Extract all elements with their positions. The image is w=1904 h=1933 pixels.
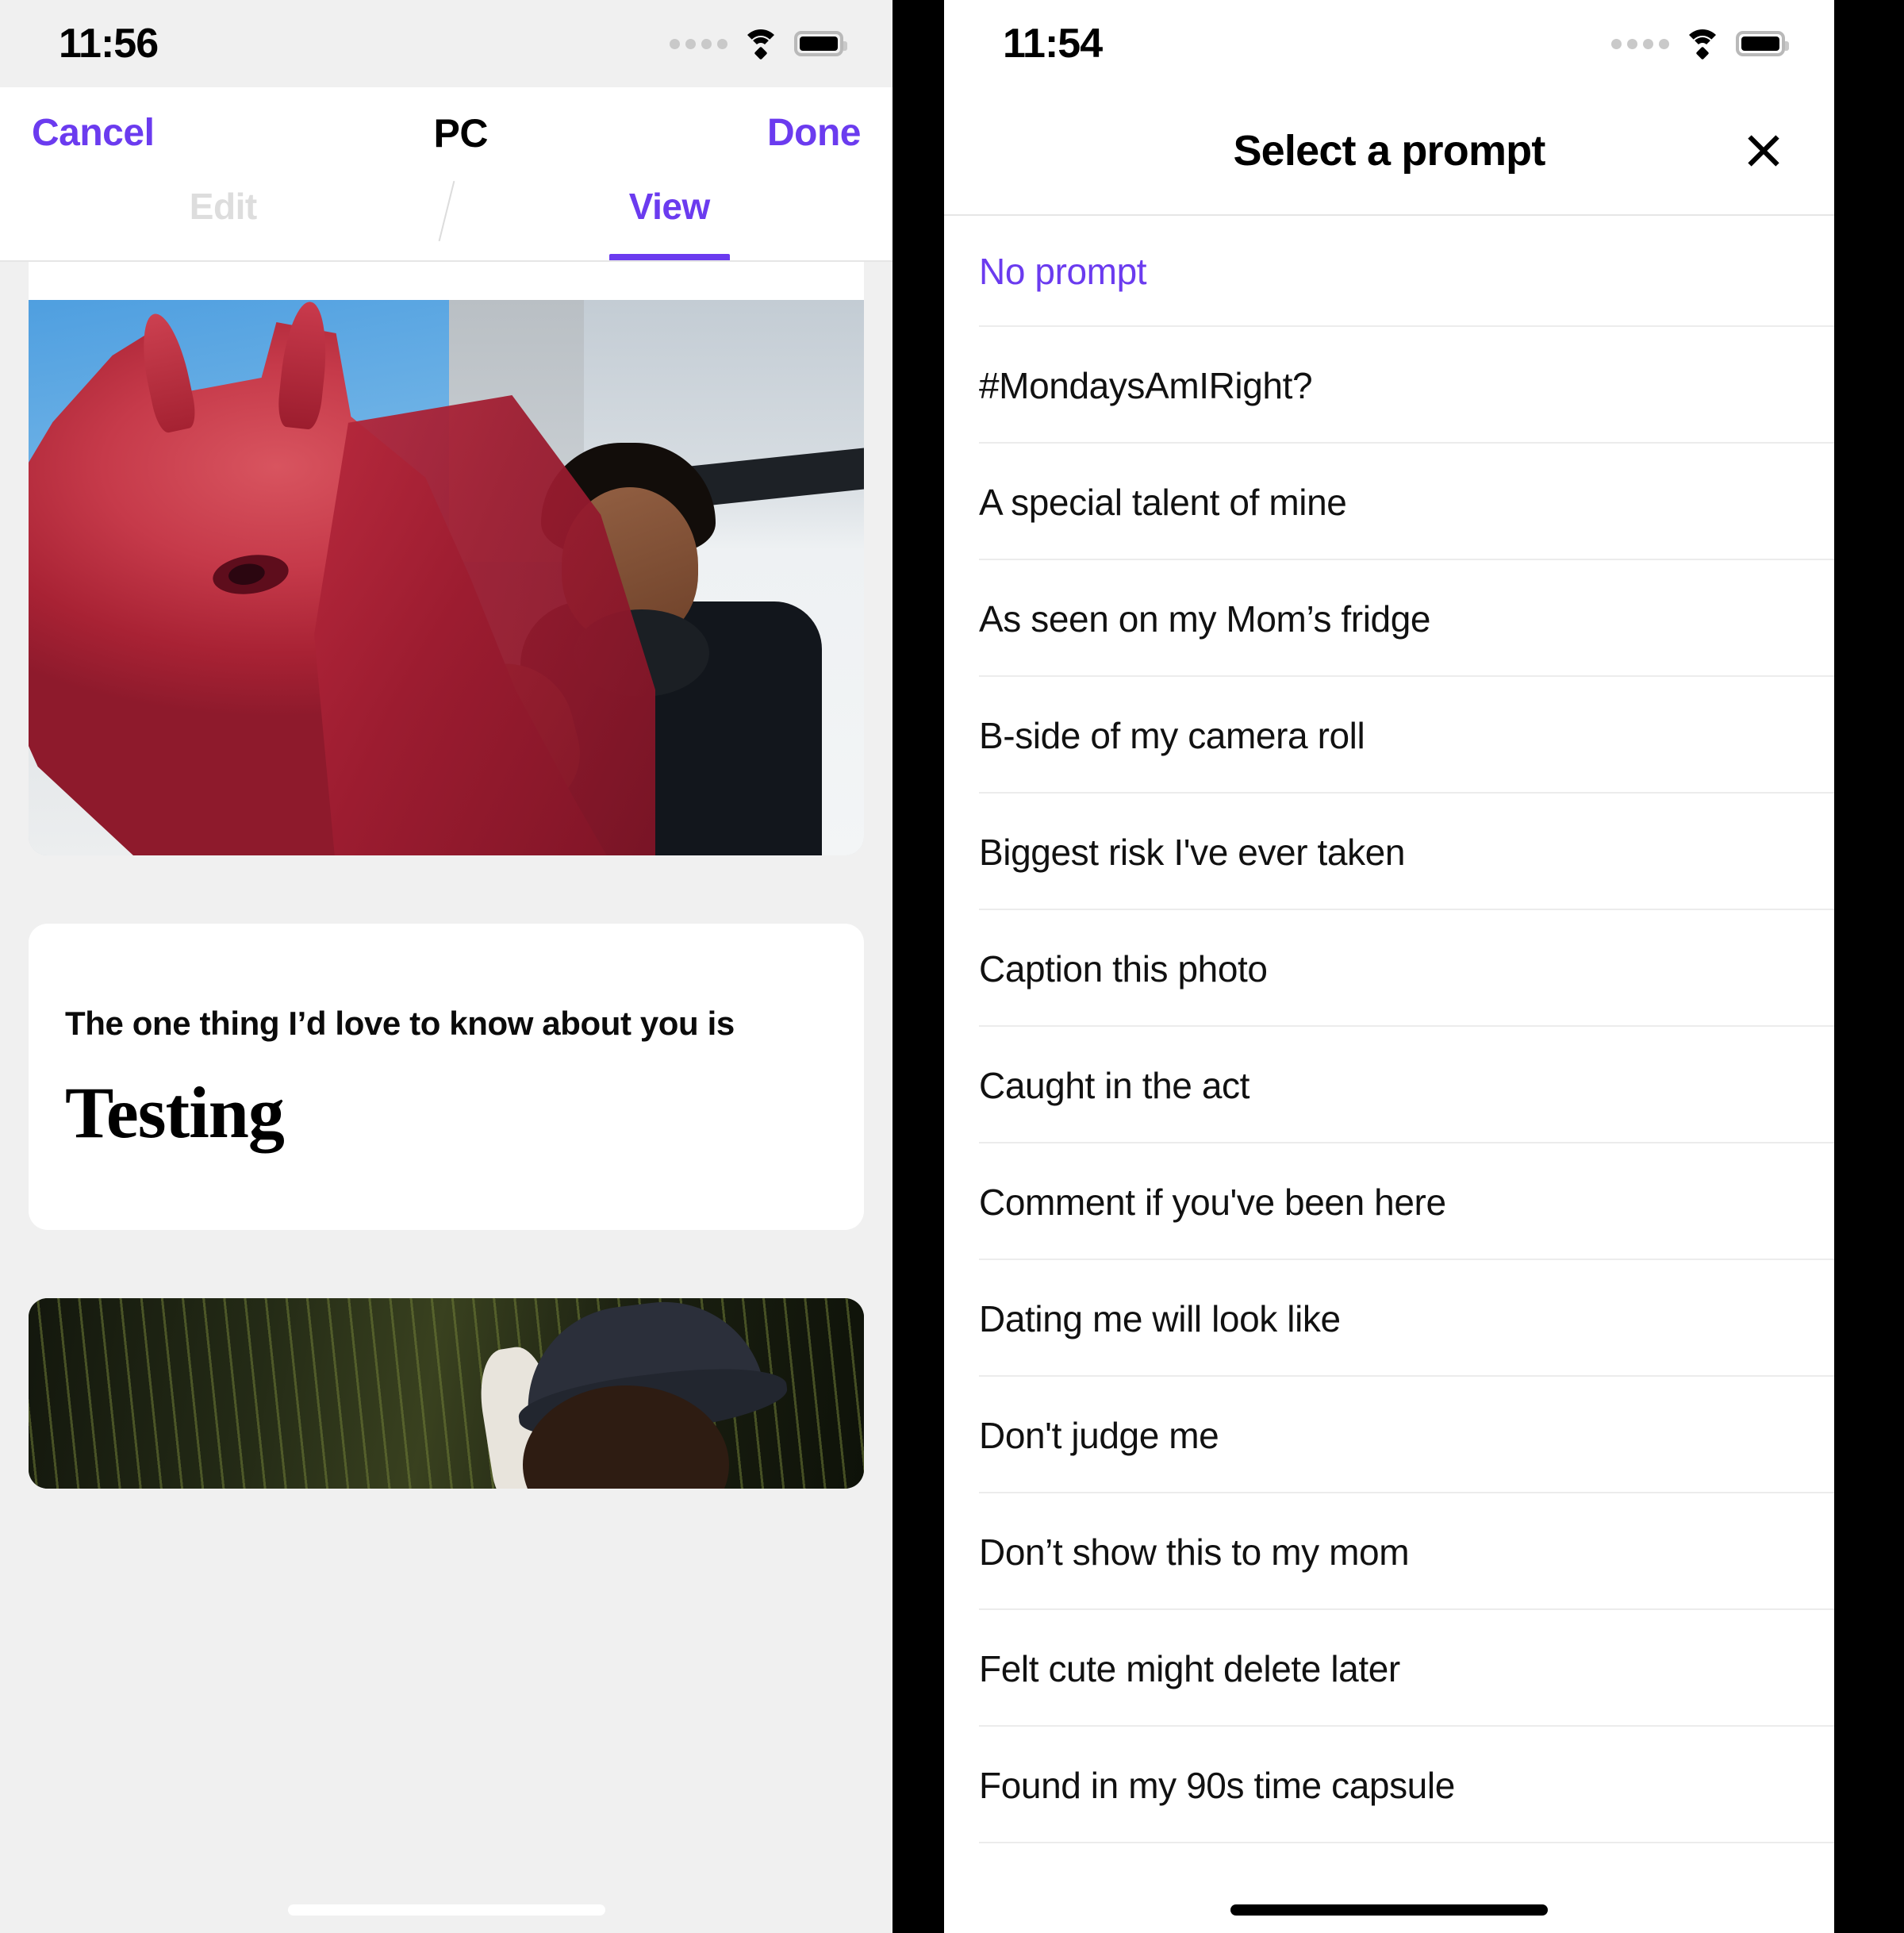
prompt-option-felt-cute[interactable]: Felt cute might delete later	[944, 1610, 1834, 1727]
close-x-icon[interactable]	[1736, 123, 1791, 179]
prompt-option-dont-judge[interactable]: Don't judge me	[944, 1377, 1834, 1493]
status-bar-left: 11:56	[0, 0, 892, 87]
prompt-option-label: As seen on my Mom’s fridge	[979, 598, 1431, 640]
tab-edit[interactable]: Edit	[0, 179, 447, 262]
prompt-option-moms-fridge[interactable]: As seen on my Mom’s fridge	[944, 560, 1834, 677]
battery-full-icon	[1736, 31, 1789, 56]
screenshot-divider	[892, 0, 944, 1933]
prompt-option-mondays[interactable]: #MondaysAmIRight?	[944, 327, 1834, 444]
photo-card[interactable]	[29, 262, 864, 855]
wifi-icon	[1683, 29, 1722, 60]
photo-card-header-peek	[29, 262, 864, 300]
prompt-option-b-side[interactable]: B-side of my camera roll	[944, 677, 1834, 794]
home-indicator-left	[287, 1904, 605, 1916]
tab-view[interactable]: View	[447, 179, 893, 262]
status-bar-icons	[670, 29, 847, 60]
cancel-button[interactable]: Cancel	[32, 111, 155, 155]
dual-screenshot-container: 11:56 Cancel PC Done Edit View The one t…	[0, 0, 1904, 1933]
prompt-option-label: Don't judge me	[979, 1414, 1219, 1456]
prompt-option-label: Don’t show this to my mom	[979, 1531, 1410, 1573]
edit-view-tabs: Edit View	[0, 179, 892, 262]
status-bar-right: 11:54	[944, 0, 1834, 87]
cellular-dots-icon	[1611, 38, 1669, 49]
left-navigation-bar: Cancel PC Done	[0, 87, 892, 179]
prompt-option-label: Felt cute might delete later	[979, 1647, 1400, 1689]
tab-view-label: View	[628, 186, 711, 227]
prompt-label: The one thing I’d love to know about you…	[65, 1005, 735, 1042]
status-bar-time: 11:54	[1003, 21, 1103, 67]
status-bar-icons	[1611, 29, 1789, 60]
prompt-option-comment-been-here[interactable]: Comment if you've been here	[944, 1143, 1834, 1260]
cellular-dots-icon	[670, 38, 727, 49]
right-black-margin	[1834, 0, 1904, 1933]
battery-full-icon	[794, 31, 847, 56]
prompt-option-label: No prompt	[979, 251, 1147, 292]
prompt-option-label: Caption this photo	[979, 947, 1268, 990]
prompt-option-caught-in-act[interactable]: Caught in the act	[944, 1027, 1834, 1143]
prompt-option-special-talent[interactable]: A special talent of mine	[944, 444, 1834, 560]
prompt-option-90s-time-capsule[interactable]: Found in my 90s time capsule	[944, 1727, 1834, 1843]
prompt-option-label: Dating me will look like	[979, 1297, 1341, 1339]
prompt-option-label: Comment if you've been here	[979, 1181, 1446, 1223]
home-indicator-right	[1230, 1904, 1548, 1916]
page-title: PC	[433, 110, 488, 156]
status-bar-time: 11:56	[59, 21, 159, 67]
prompt-answer-text: Testing	[65, 1072, 285, 1153]
prompt-list[interactable]: No prompt #MondaysAmIRight? A special ta…	[944, 216, 1834, 1843]
sheet-title: Select a prompt	[1233, 127, 1545, 175]
prompt-option-label: Caught in the act	[979, 1064, 1250, 1106]
prompt-option-caption-photo[interactable]: Caption this photo	[944, 910, 1834, 1027]
wifi-icon	[742, 29, 780, 60]
prompt-option-label: Biggest risk I've ever taken	[979, 831, 1406, 873]
tab-edit-label: Edit	[189, 186, 257, 227]
prompt-option-label: #MondaysAmIRight?	[979, 364, 1313, 406]
second-photo-card[interactable]	[29, 1298, 864, 1489]
prompt-option-biggest-risk[interactable]: Biggest risk I've ever taken	[944, 794, 1834, 910]
prompt-option-no-prompt[interactable]: No prompt	[944, 216, 1834, 327]
left-phone-screen: 11:56 Cancel PC Done Edit View The one t…	[0, 0, 892, 1933]
prompt-option-dating-me[interactable]: Dating me will look like	[944, 1260, 1834, 1377]
profile-preview-scroll[interactable]: The one thing I’d love to know about you…	[0, 262, 892, 1933]
right-phone-screen: 11:54 Select a prompt No prompt #Mondays…	[944, 0, 1834, 1933]
done-button[interactable]: Done	[767, 111, 862, 155]
profile-photo-horse	[29, 300, 864, 855]
prompt-option-label: A special talent of mine	[979, 481, 1347, 523]
prompt-option-label: Found in my 90s time capsule	[979, 1764, 1455, 1806]
prompt-sheet-header: Select a prompt	[944, 87, 1834, 214]
prompt-answer-card[interactable]: The one thing I’d love to know about you…	[29, 924, 864, 1230]
prompt-option-dont-show-mom[interactable]: Don’t show this to my mom	[944, 1493, 1834, 1610]
prompt-option-label: B-side of my camera roll	[979, 714, 1365, 756]
